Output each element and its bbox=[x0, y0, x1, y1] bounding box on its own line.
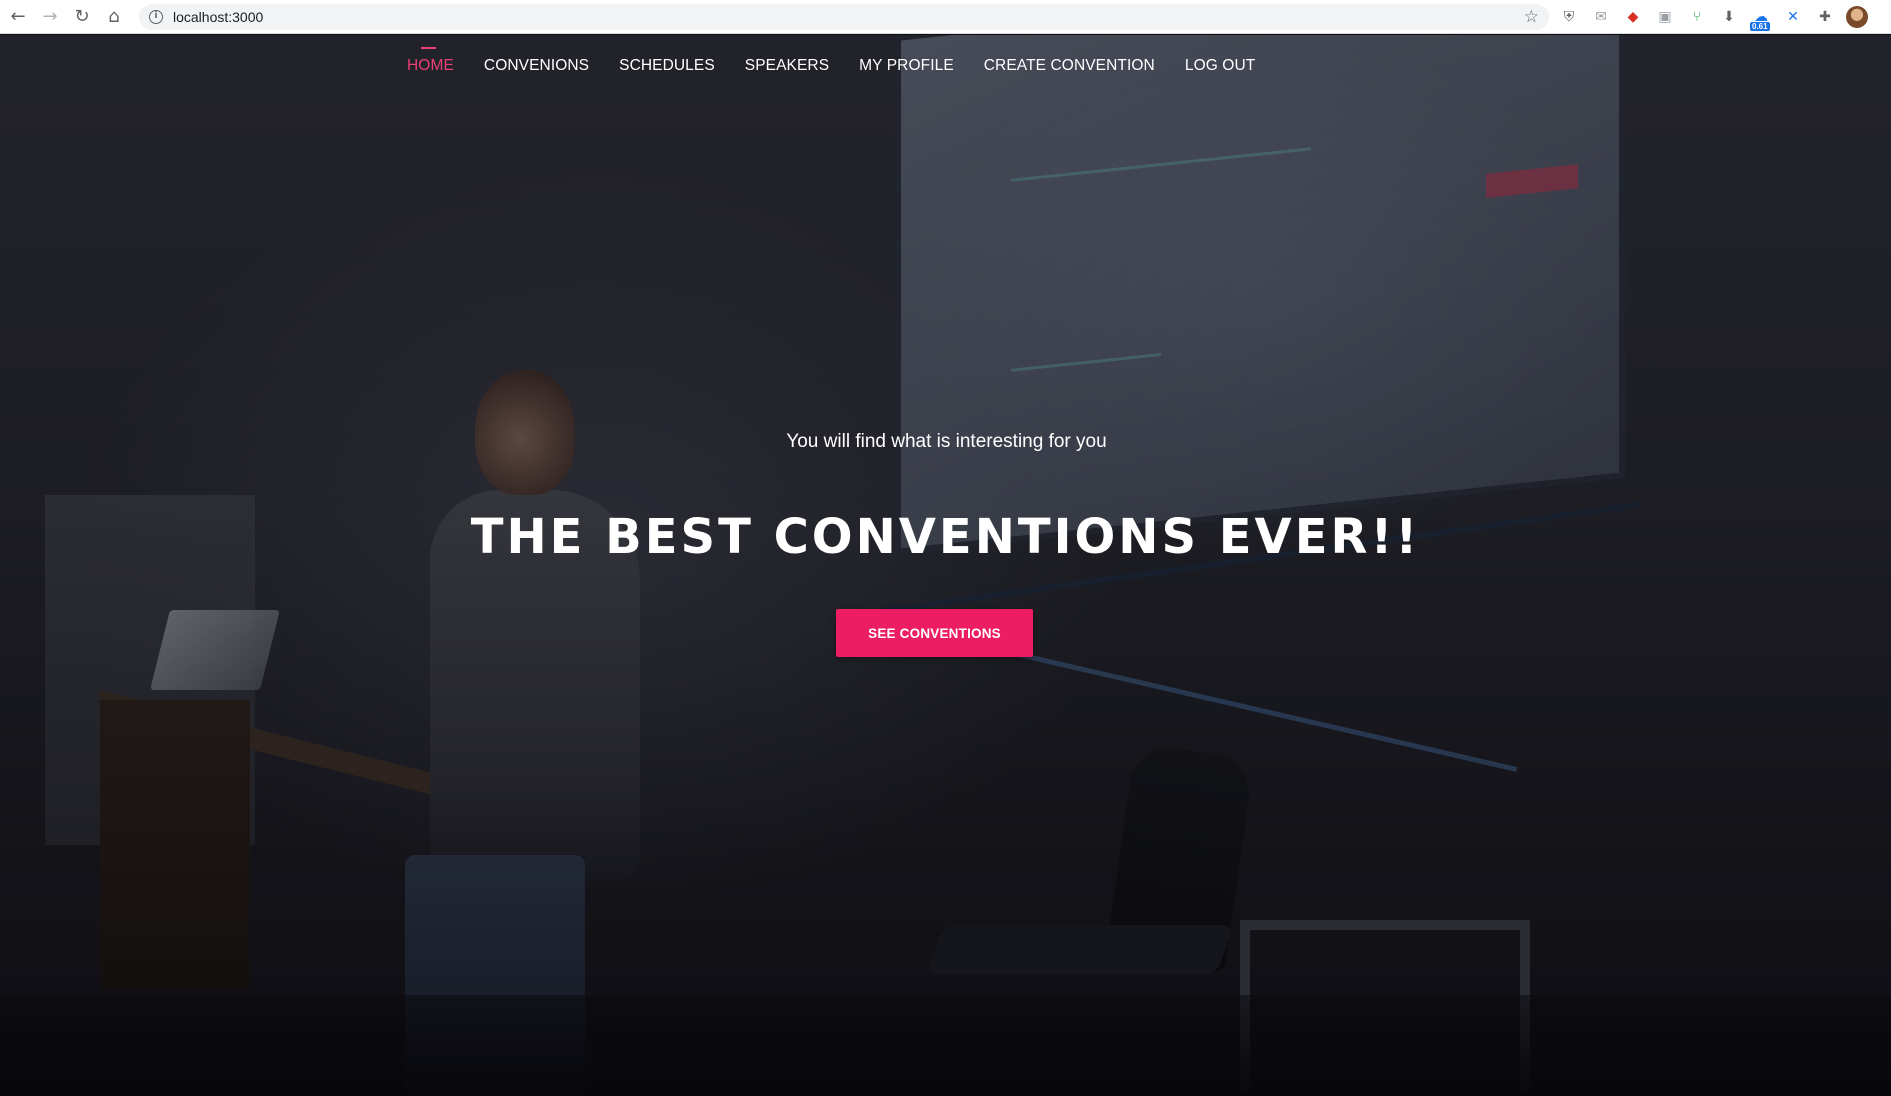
nav-item-create-convention[interactable]: CREATE CONVENTION bbox=[984, 55, 1155, 75]
hero-subtitle: You will find what is interesting for yo… bbox=[0, 431, 1891, 453]
chat-extension-glyph: ▣ bbox=[1658, 9, 1672, 25]
git-branch-extension-icon[interactable]: ⑂ bbox=[1686, 6, 1708, 28]
hero-subtitle-text: You will find what is interesting for yo… bbox=[786, 431, 1107, 452]
info-icon[interactable]: i bbox=[149, 10, 163, 24]
shield-extension-glyph: ⛨ bbox=[1563, 9, 1575, 25]
nav-item-my-profile[interactable]: MY PROFILE bbox=[859, 55, 954, 75]
nav-menu: HOME CONVENIONS SCHEDULES SPEAKERS MY PR… bbox=[407, 47, 1285, 75]
profile-avatar[interactable] bbox=[1846, 6, 1868, 28]
mail-extension-icon[interactable]: ✉ bbox=[1590, 6, 1612, 28]
home-icon[interactable]: ⌂ bbox=[98, 0, 130, 34]
git-branch-extension-glyph: ⑂ bbox=[1692, 9, 1702, 25]
hero-section: HOME CONVENIONS SCHEDULES SPEAKERS MY PR… bbox=[0, 35, 1891, 1096]
nav-item-schedules[interactable]: SCHEDULES bbox=[619, 55, 715, 75]
address-bar[interactable]: i localhost:3000 ☆ bbox=[139, 4, 1549, 30]
mail-extension-glyph: ✉ bbox=[1595, 9, 1607, 25]
puzzle-extension-glyph: ✚ bbox=[1819, 9, 1831, 25]
nav-item-speakers[interactable]: SPEAKERS bbox=[745, 55, 829, 75]
browser-toolbar: ← → ↻ ⌂ i localhost:3000 ☆ ⛨ ✉ ◆ ▣ ⑂ ⬇ ☁… bbox=[0, 0, 1891, 34]
hero-title: THE BEST CONVENTIONS EVER!! bbox=[470, 509, 1421, 565]
bookmark-star-icon[interactable]: ☆ bbox=[1524, 7, 1539, 27]
shield-extension-icon[interactable]: ⛨ bbox=[1558, 6, 1580, 28]
see-conventions-button[interactable]: SEE CONVENTIONS bbox=[836, 609, 1033, 657]
back-icon[interactable]: ← bbox=[2, 0, 34, 34]
nav-item-conventions[interactable]: CONVENIONS bbox=[484, 55, 589, 75]
speed-extension-icon[interactable]: ☁ 0.61 bbox=[1750, 6, 1772, 31]
nav-item-home[interactable]: HOME bbox=[407, 47, 454, 75]
site-navbar: HOME CONVENIONS SCHEDULES SPEAKERS MY PR… bbox=[0, 35, 1891, 95]
url-text[interactable]: localhost:3000 bbox=[173, 9, 263, 25]
diamond-extension-glyph: ◆ bbox=[1627, 9, 1639, 25]
nav-item-log-out[interactable]: LOG OUT bbox=[1185, 55, 1255, 75]
puzzle-extension-icon[interactable]: ✚ bbox=[1814, 6, 1836, 28]
hero-overlay bbox=[0, 35, 1891, 1096]
reload-icon[interactable]: ↻ bbox=[66, 0, 98, 34]
tool-extension-glyph: ✕ bbox=[1787, 9, 1799, 25]
extensions-bar: ⛨ ✉ ◆ ▣ ⑂ ⬇ ☁ 0.61 ✕ ✚ bbox=[1558, 6, 1868, 31]
tool-extension-icon[interactable]: ✕ bbox=[1782, 6, 1804, 28]
speed-extension-badge: 0.61 bbox=[1750, 22, 1770, 31]
download-extension-glyph: ⬇ bbox=[1723, 9, 1735, 25]
diamond-extension-icon[interactable]: ◆ bbox=[1622, 6, 1644, 28]
chat-extension-icon[interactable]: ▣ bbox=[1654, 6, 1676, 28]
download-extension-icon[interactable]: ⬇ bbox=[1718, 6, 1740, 28]
forward-icon[interactable]: → bbox=[34, 0, 66, 34]
